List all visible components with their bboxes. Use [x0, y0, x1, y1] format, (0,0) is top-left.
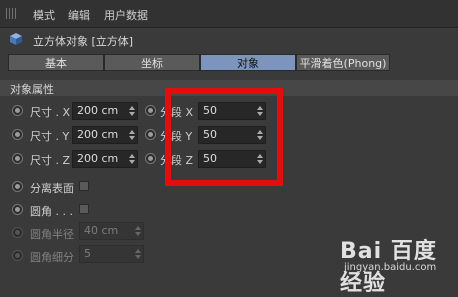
- spinner-icon: [135, 249, 141, 259]
- fillet-radius-field: 40 cm: [79, 222, 144, 240]
- fillet-subdivision-value: 5: [84, 247, 91, 260]
- fillet-subdivision-field: 5: [79, 245, 144, 263]
- size-z-label: 尺寸 . Z: [30, 154, 71, 167]
- tab-object[interactable]: 对象: [200, 54, 296, 71]
- spinner-icon: [135, 226, 141, 236]
- fillet-subdivision-animate-radio: [12, 250, 23, 261]
- size-z-field[interactable]: 200 cm: [72, 150, 138, 168]
- size-x-value: 200 cm: [77, 104, 119, 117]
- segments-z-animate-radio[interactable]: [145, 153, 156, 164]
- size-y-label: 尺寸 . Y: [30, 130, 70, 143]
- panel-grip-icon[interactable]: [6, 8, 18, 19]
- size-x-label: 尺寸 . X: [30, 106, 71, 119]
- segments-x-animate-radio[interactable]: [145, 105, 156, 116]
- tab-coordinates[interactable]: 坐标: [104, 54, 200, 71]
- cube-icon: [10, 33, 22, 45]
- size-z-animate-radio[interactable]: [12, 153, 23, 164]
- tab-phong[interactable]: 平滑着色(Phong): [296, 54, 390, 71]
- size-z-value: 200 cm: [77, 152, 119, 165]
- fillet-label: 圆角 . . .: [30, 205, 73, 218]
- object-title: 立方体对象 [立方体]: [33, 35, 134, 48]
- tab-basic[interactable]: 基本: [8, 54, 104, 71]
- spinner-icon[interactable]: [129, 154, 135, 164]
- segments-y-animate-radio[interactable]: [145, 129, 156, 140]
- size-y-animate-radio[interactable]: [12, 129, 23, 140]
- fillet-subdivision-label: 圆角细分: [30, 251, 74, 264]
- separate-surfaces-label: 分离表面: [30, 182, 74, 195]
- separate-surfaces-checkbox[interactable]: [79, 181, 89, 191]
- fillet-checkbox[interactable]: [79, 204, 89, 214]
- fillet-radius-value: 40 cm: [84, 224, 119, 237]
- size-y-value: 200 cm: [77, 128, 119, 141]
- fillet-radius-label: 圆角半径: [30, 228, 74, 241]
- section-title: 对象属性: [10, 83, 54, 96]
- fillet-radius-animate-radio: [12, 227, 23, 238]
- size-y-field[interactable]: 200 cm: [72, 126, 138, 144]
- menu-edit[interactable]: 编辑: [68, 7, 90, 23]
- menu-mode[interactable]: 模式: [33, 7, 55, 23]
- size-x-field[interactable]: 200 cm: [72, 102, 138, 120]
- highlight-annotation-box: [165, 88, 283, 186]
- fillet-animate-radio[interactable]: [12, 204, 23, 215]
- size-x-animate-radio[interactable]: [12, 105, 23, 116]
- menu-user-data[interactable]: 用户数据: [104, 7, 148, 23]
- attribute-tabs: 基本 坐标 对象 平滑着色(Phong): [8, 54, 390, 71]
- spinner-icon[interactable]: [129, 106, 135, 116]
- separate-surfaces-animate-radio[interactable]: [12, 181, 23, 192]
- watermark-url: jingyan.baidu.com: [344, 262, 437, 273]
- spinner-icon[interactable]: [129, 130, 135, 140]
